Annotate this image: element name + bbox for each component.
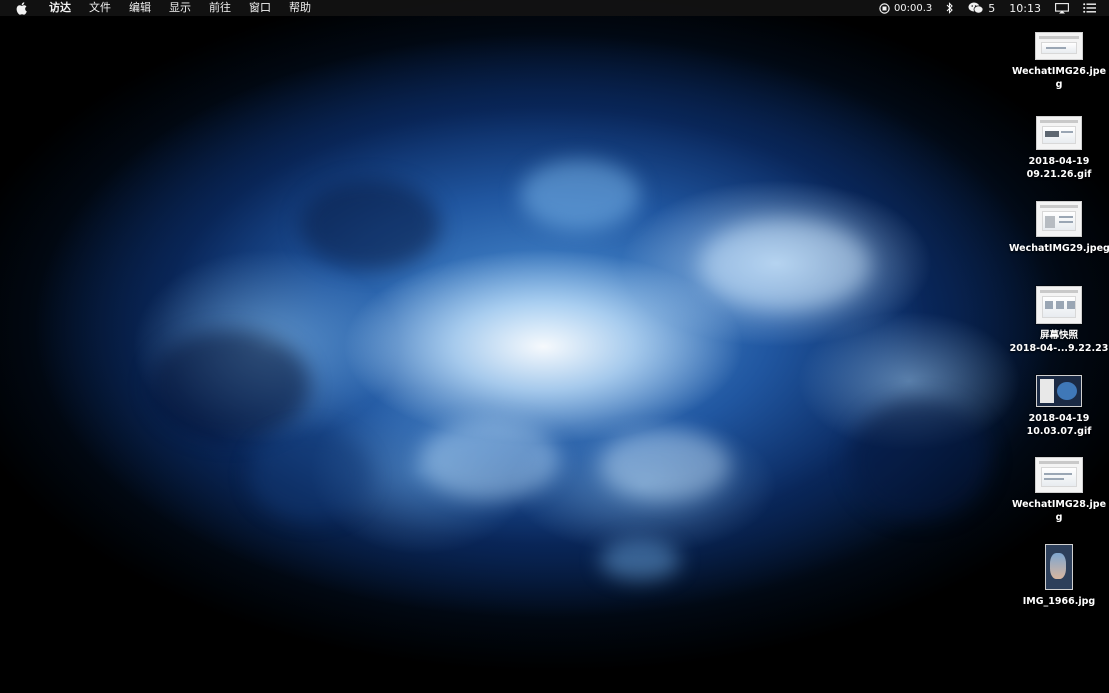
desktop-file[interactable]: IMG_1966.jpg: [1009, 544, 1109, 608]
desktop-file[interactable]: WechatIMG26.jpe g: [1009, 32, 1109, 91]
file-name-line: WechatIMG29.jpeg: [1009, 243, 1109, 254]
menu-edit[interactable]: 编辑: [120, 0, 160, 16]
menu-bar: 访达 文件 编辑 显示 前往 窗口 帮助 00:00.3 5 10:13: [0, 0, 1109, 16]
file-name-line: 2018-04-19: [1028, 156, 1090, 167]
file-name-line: 屏幕快照: [1039, 330, 1078, 341]
wallpaper-shadow: [300, 180, 440, 270]
wallpaper-shadow: [150, 330, 310, 440]
file-name-line: 09.21.26.gif: [1026, 169, 1092, 180]
file-name: WechatIMG28.jpe g: [1009, 498, 1109, 524]
bluetooth-icon[interactable]: [939, 0, 961, 16]
desktop-file[interactable]: WechatIMG29.jpeg: [1009, 201, 1109, 255]
menu-help[interactable]: 帮助: [280, 0, 320, 16]
display-icon[interactable]: [1048, 0, 1076, 16]
wechat-status[interactable]: 5: [961, 0, 1002, 16]
file-thumbnail: [1035, 457, 1083, 493]
menu-go[interactable]: 前往: [200, 0, 240, 16]
file-thumbnail: [1036, 201, 1082, 237]
desktop-file[interactable]: WechatIMG28.jpe g: [1009, 457, 1109, 524]
desktop-file[interactable]: 屏幕快照 2018-04-...9.22.23: [1009, 286, 1109, 355]
desktop-file[interactable]: 2018-04-19 10.03.07.gif: [1009, 375, 1109, 438]
file-name: WechatIMG26.jpe g: [1009, 65, 1109, 91]
file-name-line: WechatIMG28.jpe: [1011, 499, 1107, 510]
file-name: 屏幕快照 2018-04-...9.22.23: [1009, 329, 1109, 355]
file-name-line: g: [1055, 79, 1063, 90]
file-name: 2018-04-19 09.21.26.gif: [1009, 155, 1109, 181]
file-thumbnail: [1035, 32, 1083, 60]
menu-app-name[interactable]: 访达: [40, 0, 80, 16]
wallpaper-cloud: [520, 160, 640, 230]
wallpaper-cloud: [420, 420, 560, 500]
wechat-icon: [968, 2, 984, 14]
desktop-file[interactable]: 2018-04-19 09.21.26.gif: [1009, 116, 1109, 181]
screen-recording-status[interactable]: 00:00.3: [872, 0, 939, 16]
menu-view[interactable]: 显示: [160, 0, 200, 16]
stop-record-icon[interactable]: [879, 2, 890, 14]
file-name: IMG_1966.jpg: [1009, 595, 1109, 608]
file-thumbnail: [1036, 286, 1082, 324]
file-name: WechatIMG29.jpeg: [1009, 242, 1109, 255]
notification-center-icon[interactable]: [1076, 0, 1103, 16]
file-thumbnail: [1036, 375, 1082, 407]
wallpaper-shadow: [250, 430, 370, 520]
file-thumbnail: [1036, 116, 1082, 150]
wallpaper-cloud: [700, 220, 870, 310]
wallpaper-cloud: [600, 430, 730, 500]
file-name-line: 10.03.07.gif: [1026, 426, 1092, 437]
file-name-line: IMG_1966.jpg: [1022, 596, 1096, 607]
wallpaper-cloud: [600, 540, 680, 580]
file-thumbnail: [1045, 544, 1073, 590]
menu-clock[interactable]: 10:13: [1002, 0, 1048, 16]
file-name-line: 2018-04-19: [1028, 413, 1090, 424]
file-name-line: WechatIMG26.jpe: [1011, 66, 1107, 77]
desktop[interactable]: 访达 文件 编辑 显示 前往 窗口 帮助 00:00.3 5 10:13 Wec…: [0, 0, 1109, 693]
file-name-line: g: [1055, 512, 1063, 523]
recording-time: 00:00.3: [893, 2, 933, 14]
apple-menu-icon[interactable]: [14, 0, 28, 16]
wechat-unread-count: 5: [988, 1, 996, 15]
file-name-line: 2018-04-...9.22.23: [1009, 343, 1109, 354]
menu-window[interactable]: 窗口: [240, 0, 280, 16]
wallpaper-shadow: [850, 400, 990, 520]
file-name: 2018-04-19 10.03.07.gif: [1009, 412, 1109, 438]
menu-file[interactable]: 文件: [80, 0, 120, 16]
